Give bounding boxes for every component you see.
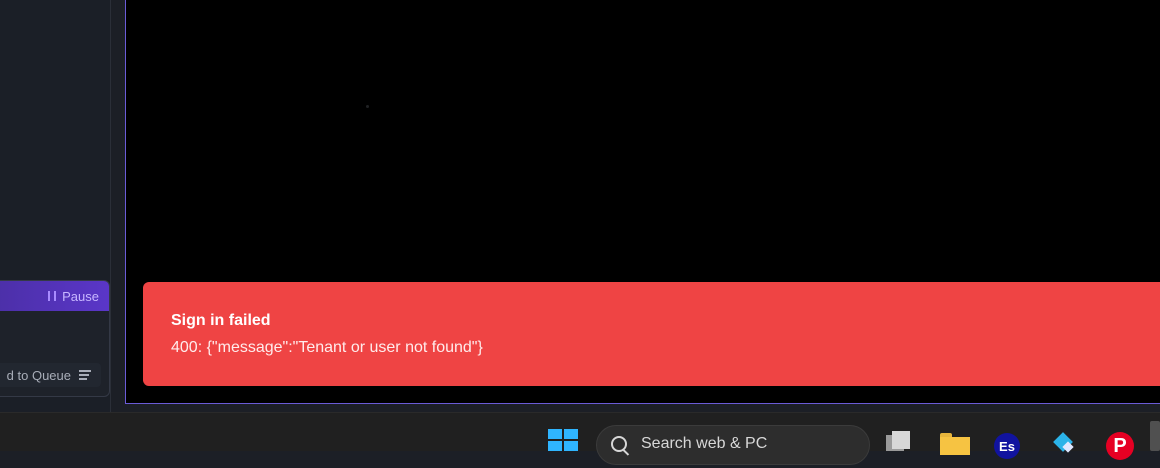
start-tile [564,429,578,439]
taskbar-search[interactable]: Search web & PC [596,425,870,465]
add-to-queue-button[interactable]: d to Queue [0,363,101,387]
search-placeholder: Search web & PC [641,435,768,452]
file-explorer-icon[interactable] [940,431,972,455]
taskbar-edge-button[interactable] [1150,421,1160,451]
toast-title: Sign in failed [171,312,271,329]
es-file-manager-icon[interactable]: Es [992,431,1022,459]
es-label: Es [994,433,1020,459]
pause-label: Pause [62,288,99,304]
toast-message: 400: {"message":"Tenant or user not foun… [171,339,483,356]
files-icon[interactable] [884,431,914,455]
windows-taskbar: Search web & PC Es P [0,412,1160,465]
windows-start-button[interactable] [548,429,578,451]
queue-add-icon [79,369,93,381]
start-tile [548,429,562,439]
kodi-icon[interactable] [1048,431,1078,455]
pinterest-label: P [1106,432,1134,460]
queue-panel: Pause d to Queue [0,280,110,397]
pause-button[interactable]: Pause [0,281,109,311]
pinterest-icon[interactable]: P [1104,431,1134,460]
canvas-dot [366,105,369,108]
add-to-queue-label: d to Queue [6,367,71,383]
pause-icon [48,291,57,301]
error-toast: Sign in failed 400: {"message":"Tenant o… [143,282,1160,386]
